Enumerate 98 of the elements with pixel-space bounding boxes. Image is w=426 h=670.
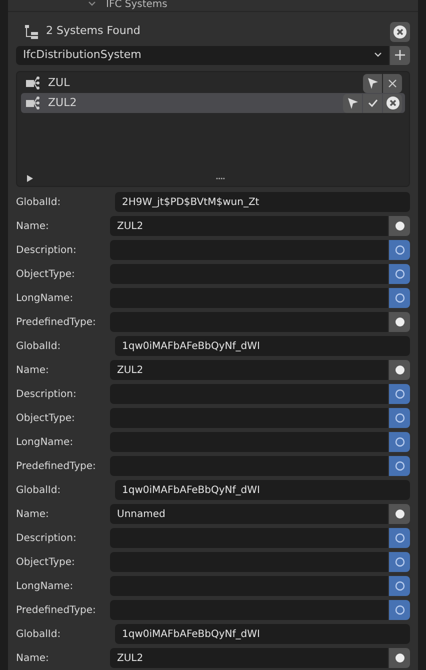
system-item[interactable]: ZUL2 <box>21 93 405 114</box>
null-toggle[interactable] <box>389 600 410 620</box>
close-icon <box>386 96 400 110</box>
null-toggle[interactable] <box>389 264 410 284</box>
null-toggle[interactable] <box>389 384 410 404</box>
ring-icon <box>394 269 404 280</box>
text-field[interactable] <box>110 240 388 260</box>
field-label: LongName: <box>16 292 74 306</box>
null-toggle[interactable] <box>389 552 410 572</box>
text-field[interactable]: Unnamed <box>110 504 388 524</box>
ring-icon <box>394 605 404 616</box>
plus-icon <box>395 50 405 60</box>
field-label: PredefinedType: <box>16 460 97 474</box>
global-id-field[interactable]: 1qw0iMAFbAFeBbQyNf_dWI <box>115 480 410 500</box>
field-label: Description: <box>16 388 78 402</box>
text-field[interactable] <box>110 552 388 572</box>
field-label: ObjectType: <box>16 412 76 426</box>
field-label: GlobalId: <box>16 628 62 642</box>
null-toggle[interactable] <box>389 240 410 260</box>
expand-triangle-icon <box>27 174 33 182</box>
dot-icon <box>394 317 404 328</box>
ring-icon <box>394 293 404 304</box>
text-field[interactable] <box>110 456 388 476</box>
text-field[interactable]: ZUL2 <box>110 216 388 236</box>
text-field[interactable] <box>110 384 388 404</box>
text-field[interactable] <box>110 600 388 620</box>
select-button[interactable] <box>363 74 382 93</box>
global-id-field[interactable]: 1qw0iMAFbAFeBbQyNf_dWI <box>115 624 410 644</box>
field-label: Name: <box>16 508 50 522</box>
cancel-button[interactable] <box>383 94 402 113</box>
field-label: Name: <box>16 364 50 378</box>
field-label: GlobalId: <box>16 340 62 354</box>
close-icon <box>393 24 407 39</box>
ring-icon <box>394 557 404 568</box>
field-label: LongName: <box>16 436 74 450</box>
global-id-field[interactable]: 1qw0iMAFbAFeBbQyNf_dWI <box>115 336 410 356</box>
text-field[interactable]: ZUL2 <box>110 360 388 380</box>
system-name: ZUL2 <box>48 95 78 112</box>
null-toggle[interactable] <box>389 648 410 668</box>
chevron-down-icon <box>374 52 382 58</box>
null-toggle[interactable] <box>389 288 410 308</box>
text-field[interactable]: ZUL2 <box>110 648 388 668</box>
clear-button[interactable] <box>390 22 410 42</box>
text-field[interactable] <box>110 432 388 452</box>
null-toggle[interactable] <box>389 408 410 428</box>
ring-icon <box>394 437 404 448</box>
text-field[interactable] <box>110 264 388 284</box>
null-toggle[interactable] <box>389 360 410 380</box>
field-label: Name: <box>16 220 50 234</box>
ring-icon <box>394 581 404 592</box>
field-label: GlobalId: <box>16 196 62 210</box>
ring-icon <box>394 389 404 400</box>
text-field[interactable] <box>110 528 388 548</box>
select-button[interactable] <box>343 94 362 113</box>
text-field[interactable] <box>110 312 388 332</box>
null-toggle[interactable] <box>389 312 410 332</box>
system-icon <box>26 95 40 112</box>
null-toggle[interactable] <box>389 504 410 524</box>
dot-icon <box>394 509 404 520</box>
cursor-arrow-icon <box>366 76 379 90</box>
close-icon <box>388 78 397 88</box>
confirm-button[interactable] <box>363 94 382 113</box>
dot-icon <box>394 365 404 376</box>
field-label: ObjectType: <box>16 556 76 570</box>
field-label: PredefinedType: <box>16 316 97 330</box>
field-label: GlobalId: <box>16 484 62 498</box>
field-label: Description: <box>16 532 78 546</box>
field-label: LongName: <box>16 580 74 594</box>
field-label: PredefinedType: <box>16 604 97 618</box>
null-toggle[interactable] <box>389 528 410 548</box>
null-toggle[interactable] <box>389 216 410 236</box>
dot-icon <box>394 653 404 664</box>
field-label: ObjectType: <box>16 268 76 282</box>
system-item[interactable]: ZUL <box>21 73 405 94</box>
cursor-arrow-icon <box>346 96 359 110</box>
system-icon <box>26 75 40 92</box>
ring-icon <box>394 413 404 424</box>
null-toggle[interactable] <box>389 432 410 452</box>
text-field[interactable] <box>110 288 388 308</box>
remove-button[interactable] <box>383 74 402 93</box>
text-field[interactable] <box>110 576 388 596</box>
add-button[interactable] <box>390 46 410 66</box>
null-toggle[interactable] <box>389 576 410 596</box>
ring-icon <box>394 245 404 256</box>
ring-icon <box>394 461 404 472</box>
dot-icon <box>394 221 404 232</box>
class-dropdown[interactable]: IfcDistributionSystem <box>16 46 389 66</box>
text-field[interactable] <box>110 408 388 428</box>
system-name: ZUL <box>48 75 71 92</box>
resize-grip-icon <box>216 176 225 180</box>
null-toggle[interactable] <box>389 456 410 476</box>
hierarchy-icon <box>24 24 38 39</box>
systems-found-label: 2 Systems Found <box>46 23 142 40</box>
field-label: Name: <box>16 652 50 666</box>
ring-icon <box>394 533 404 544</box>
global-id-field[interactable]: 2H9W_jt$PD$BVtM$wun_Zt <box>115 192 410 212</box>
field-label: Description: <box>16 244 78 258</box>
checkmark-icon <box>368 99 378 108</box>
